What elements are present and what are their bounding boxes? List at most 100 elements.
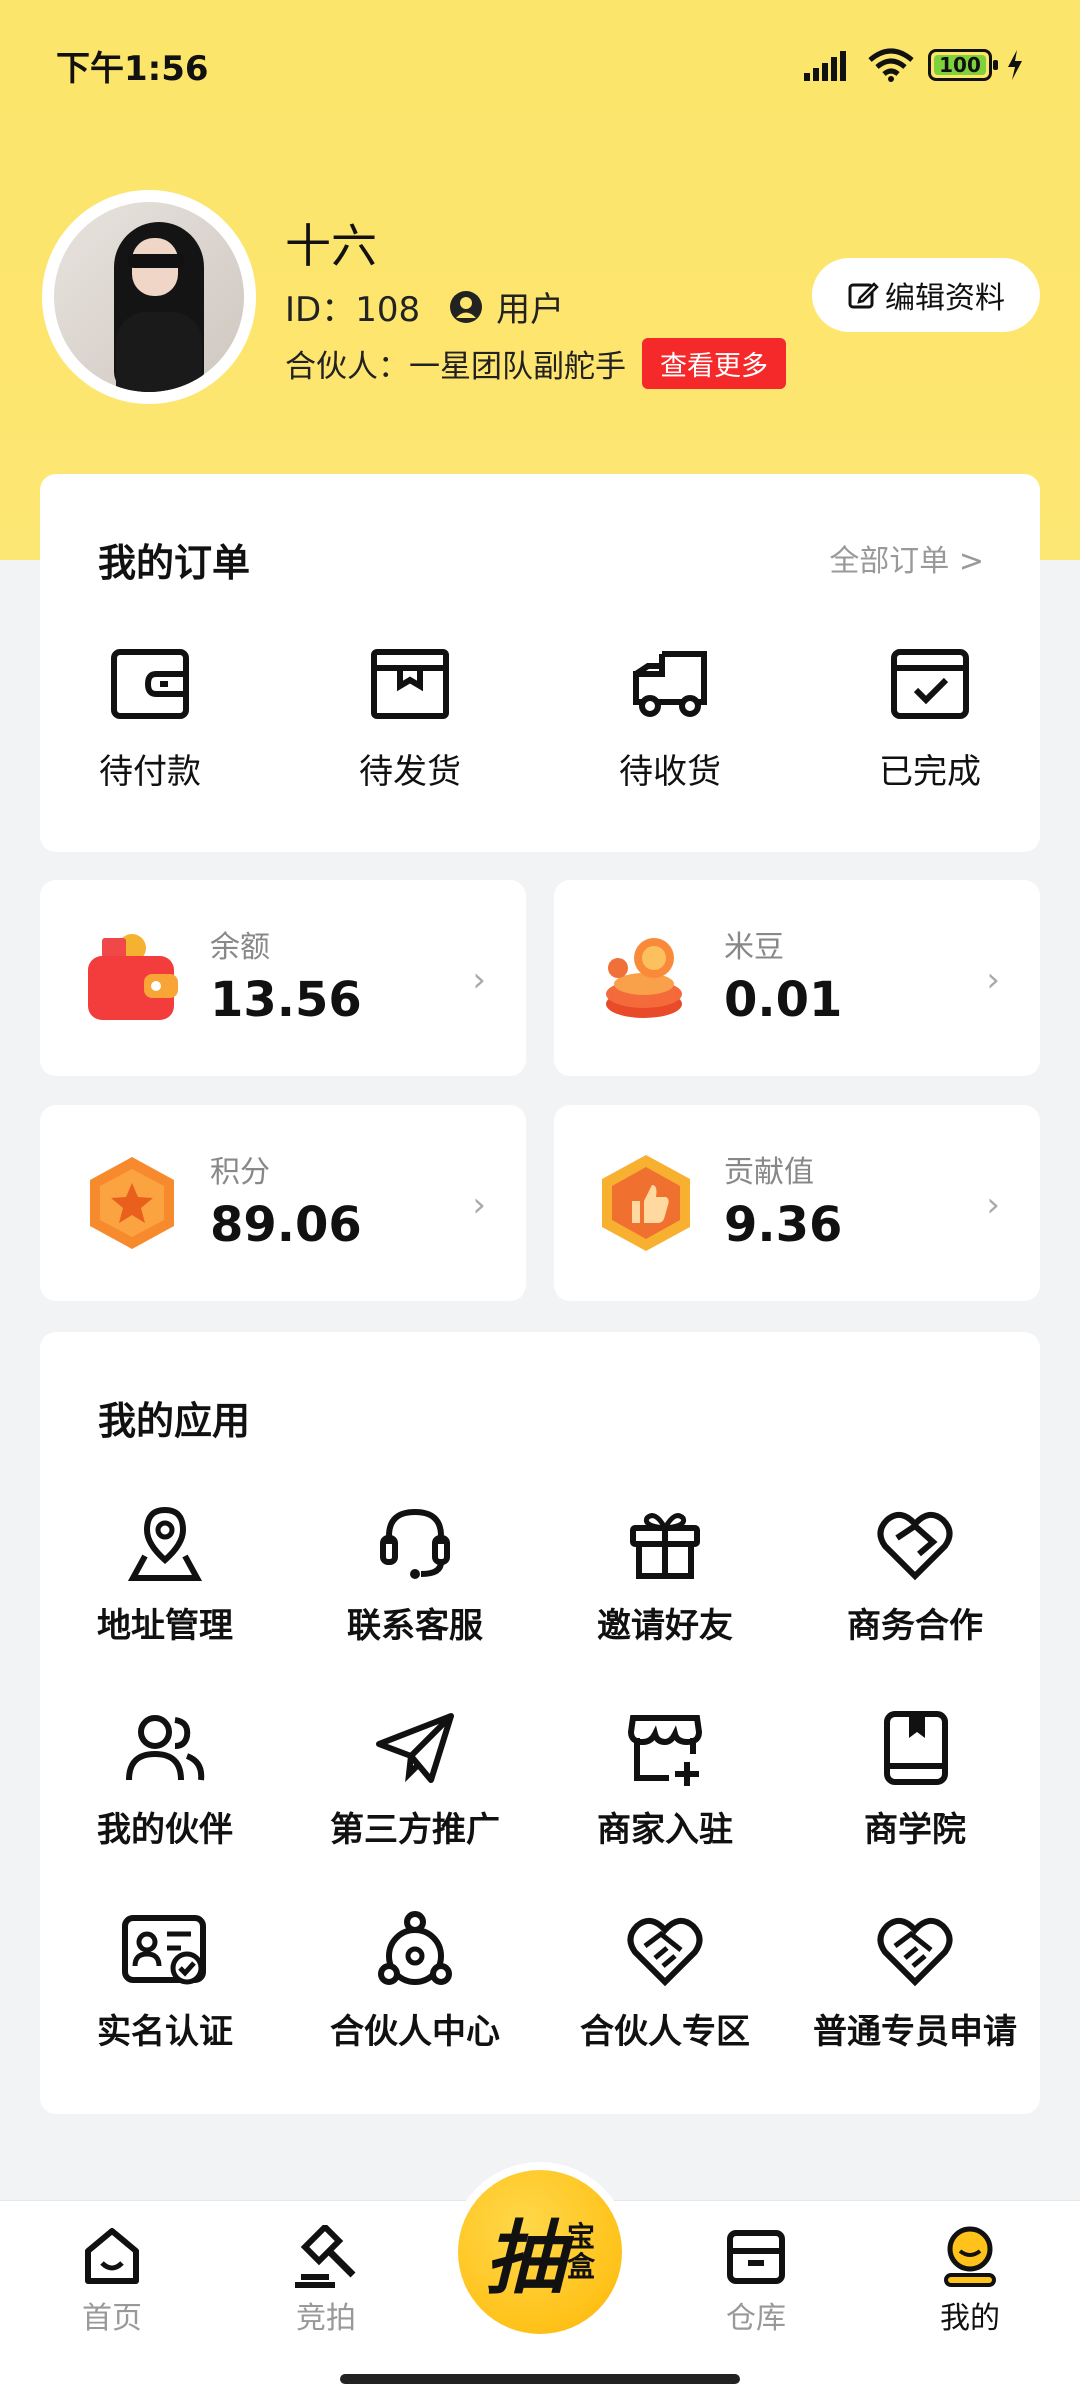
gavel-icon xyxy=(295,2225,356,2288)
app-merchant-join[interactable]: 商家入驻 xyxy=(540,1708,790,1851)
order-completed[interactable]: 已完成 xyxy=(840,644,1020,793)
lucky-box-char-1: 宝 xyxy=(566,2220,595,2253)
id-card-icon xyxy=(122,1915,206,1985)
tab-label: 仓库 xyxy=(726,2301,786,2336)
edit-icon xyxy=(848,282,879,309)
order-label: 待收货 xyxy=(619,752,721,792)
order-label: 待付款 xyxy=(99,752,201,792)
apps-card: 我的应用 地址管理 联系客服 邀请好友 商务合作 我的伙伴 第三方推广 商家入驻… xyxy=(40,1332,1040,2114)
tab-home[interactable]: 首页 xyxy=(42,2225,182,2337)
app-real-name-auth[interactable]: 实名认证 xyxy=(40,1910,290,2053)
chevron-right-icon: › xyxy=(472,1185,486,1225)
balance-card[interactable]: 余额 13.56 › xyxy=(40,880,526,1076)
user-role-label: 用户 xyxy=(496,290,565,330)
status-icons: 100 xyxy=(804,48,1024,82)
charging-icon xyxy=(1008,50,1022,80)
order-label: 已完成 xyxy=(879,752,981,792)
star-hexagon-icon xyxy=(90,1157,174,1249)
order-pending-shipment[interactable]: 待发货 xyxy=(320,644,500,793)
view-more-button[interactable]: 查看更多 xyxy=(642,338,786,389)
orders-card: 我的订单 全部订单 > 待付款 待发货 待收货 已完成 xyxy=(40,474,1040,852)
handshake-icon xyxy=(627,1917,703,1987)
paper-plane-icon xyxy=(376,1713,454,1783)
edit-profile-label: 编辑资料 xyxy=(885,281,1005,316)
stat-label: 米豆 xyxy=(724,930,784,965)
user-id: ID：108 xyxy=(285,290,421,330)
wallet-icon xyxy=(111,649,189,719)
app-partner-center[interactable]: 合伙人中心 xyxy=(290,1910,540,2053)
app-label: 我的伙伴 xyxy=(97,1810,233,1850)
chevron-right-icon: › xyxy=(986,1185,1000,1225)
coins-icon xyxy=(606,938,682,1018)
app-specialist-apply[interactable]: 普通专员申请 xyxy=(790,1910,1040,2053)
app-business-school[interactable]: 商学院 xyxy=(790,1708,1040,1851)
lucky-box-button[interactable]: 抽 宝 盒 xyxy=(450,2162,630,2342)
home-indicator[interactable] xyxy=(340,2374,740,2384)
app-partners[interactable]: 我的伙伴 xyxy=(40,1708,290,1851)
tab-mine[interactable]: 我的 xyxy=(900,2225,1040,2337)
app-third-party-promotion[interactable]: 第三方推广 xyxy=(290,1708,540,1851)
username: 十六 xyxy=(285,219,377,273)
chevron-right-icon: › xyxy=(986,960,1000,1000)
battery-level: 100 xyxy=(939,53,981,77)
status-time: 下午1:56 xyxy=(56,48,209,89)
points-card[interactable]: 积分 89.06 › xyxy=(40,1105,526,1301)
tab-warehouse[interactable]: 仓库 xyxy=(686,2225,826,2337)
apps-title: 我的应用 xyxy=(98,1399,251,1443)
app-customer-service[interactable]: 联系客服 xyxy=(290,1504,540,1647)
order-pending-receipt[interactable]: 待收货 xyxy=(580,644,760,793)
order-label: 待发货 xyxy=(359,752,461,792)
midou-card[interactable]: 米豆 0.01 › xyxy=(554,880,1040,1076)
partner-line: 合伙人：一星团队副舵手 查看更多 xyxy=(285,338,786,389)
app-business-cooperation[interactable]: 商务合作 xyxy=(790,1504,1040,1647)
home-icon xyxy=(85,2228,139,2284)
thumb-hexagon-icon xyxy=(602,1155,690,1251)
stat-value: 13.56 xyxy=(210,972,362,1028)
lucky-box-char-2: 盒 xyxy=(566,2250,595,2283)
orders-title: 我的订单 xyxy=(98,541,251,585)
contribution-card[interactable]: 贡献值 9.36 › xyxy=(554,1105,1040,1301)
user-circle-icon xyxy=(450,290,483,323)
tab-auction[interactable]: 竞拍 xyxy=(256,2225,396,2337)
store-add-icon xyxy=(627,1715,703,1786)
book-icon xyxy=(884,1711,948,1785)
app-label: 商务合作 xyxy=(847,1606,983,1646)
app-label: 地址管理 xyxy=(97,1606,233,1646)
signal-icon xyxy=(804,51,846,81)
lucky-box-big-char: 抽 xyxy=(484,2212,565,2305)
status-bar: 下午1:56 100 xyxy=(56,40,1024,90)
all-orders-link[interactable]: 全部订单 > xyxy=(829,536,984,580)
order-pending-payment[interactable]: 待付款 xyxy=(60,644,240,793)
red-wallet-icon xyxy=(88,934,178,1020)
tab-label: 首页 xyxy=(82,2301,142,2336)
app-label: 合伙人中心 xyxy=(330,2012,500,2052)
edit-profile-button[interactable]: 编辑资料 xyxy=(812,258,1040,332)
partner-label: 合伙人：一星团队副舵手 xyxy=(285,349,626,385)
stat-label: 余额 xyxy=(210,930,270,965)
check-box-icon xyxy=(891,649,969,719)
tab-label: 我的 xyxy=(940,2301,1000,2336)
wifi-icon xyxy=(868,48,914,82)
network-icon xyxy=(378,1911,452,1985)
user-role: 用户 xyxy=(448,282,564,331)
handshake-icon xyxy=(877,1917,953,1987)
app-label: 邀请好友 xyxy=(597,1606,733,1646)
app-label: 合伙人专区 xyxy=(580,2012,750,2052)
stat-value: 89.06 xyxy=(210,1197,362,1253)
stat-label: 贡献值 xyxy=(724,1155,814,1190)
app-partner-zone[interactable]: 合伙人专区 xyxy=(540,1910,790,2053)
stat-value: 9.36 xyxy=(724,1197,843,1253)
heart-handshake-icon xyxy=(877,1511,953,1581)
truck-icon xyxy=(633,651,707,717)
app-invite[interactable]: 邀请好友 xyxy=(540,1504,790,1647)
box-icon xyxy=(371,649,449,719)
app-label: 商家入驻 xyxy=(597,1810,733,1850)
app-label: 实名认证 xyxy=(97,2012,233,2052)
mine-smiley-icon xyxy=(944,2226,996,2287)
app-address[interactable]: 地址管理 xyxy=(40,1504,290,1647)
app-label: 第三方推广 xyxy=(330,1810,500,1850)
chevron-right-icon: › xyxy=(472,960,486,1000)
avatar[interactable] xyxy=(42,190,256,404)
headset-icon xyxy=(380,1508,450,1579)
warehouse-box-icon xyxy=(727,2230,785,2284)
